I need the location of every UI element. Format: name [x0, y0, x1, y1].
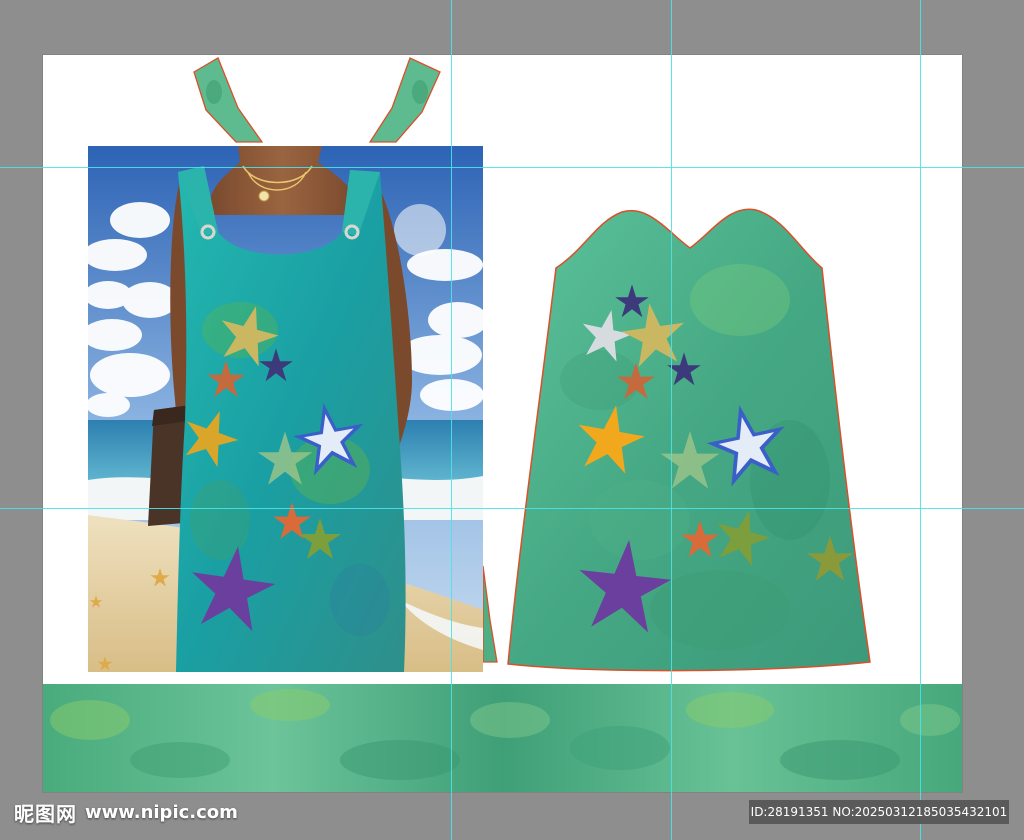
guide-horizontal[interactable]: [0, 167, 1024, 168]
site-watermark: 昵图网 www.nipic.com: [14, 797, 238, 827]
back-pattern-edge: [482, 565, 498, 663]
guide-horizontal[interactable]: [0, 508, 1024, 509]
guide-vertical[interactable]: [451, 0, 452, 840]
fabric-strip[interactable]: [43, 684, 962, 792]
design-artwork[interactable]: [0, 0, 1024, 840]
model-photo[interactable]: [82, 146, 488, 672]
canvas-workspace[interactable]: 昵图网 www.nipic.com ID:28191351 NO:2025031…: [0, 0, 1024, 840]
front-pattern-piece[interactable]: [507, 208, 871, 672]
guide-vertical[interactable]: [671, 0, 672, 840]
back-strap-pieces[interactable]: [193, 57, 441, 143]
image-id-badge: ID:28191351 NO:20250312185035432101: [749, 800, 1009, 824]
watermark-site-name: 昵图网: [14, 801, 77, 826]
watermark-url: www.nipic.com: [85, 801, 238, 823]
guide-vertical[interactable]: [920, 0, 921, 840]
